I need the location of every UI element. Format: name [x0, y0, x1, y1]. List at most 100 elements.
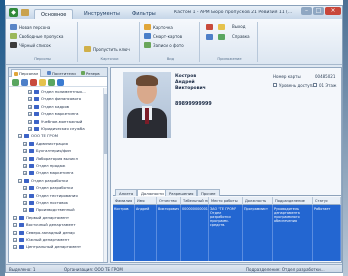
expand-icon[interactable]: +: [23, 141, 27, 146]
tab-other[interactable]: Прочее: [197, 189, 220, 196]
expand-icon[interactable]: −: [13, 223, 17, 228]
tree-node[interactable]: + Отдел тестирования: [23, 193, 78, 199]
tree-node[interactable]: + Отдел кадров: [28, 104, 69, 110]
column-header[interactable]: Подразделение: [273, 197, 313, 205]
tree-node[interactable]: − Южный департамент: [13, 237, 69, 243]
floor-checkbox[interactable]: [313, 83, 317, 87]
reserve-icon: [81, 71, 85, 75]
expand-icon[interactable]: +: [28, 104, 32, 109]
tree-scroll-thumb[interactable]: [104, 94, 107, 154]
close-button[interactable]: ×: [325, 7, 341, 15]
tree-node[interactable]: + Отдел финансового: [28, 96, 81, 102]
table-cell: ЗАО "ТЕ ГРОМ" Отдел разработки программ.…: [209, 205, 243, 261]
column-header[interactable]: Фамилия: [113, 197, 135, 205]
tab-reserve[interactable]: Резерв: [79, 69, 102, 77]
expand-icon[interactable]: −: [13, 230, 17, 235]
tab-profile[interactable]: Анкета: [115, 189, 138, 196]
expand-icon[interactable]: −: [13, 245, 17, 250]
tree-node-label: Восточный департамент: [26, 222, 76, 228]
tab-permissions[interactable]: Разрешения: [165, 189, 198, 196]
tree-node-label: Отдел поставок: [36, 200, 69, 205]
column-header[interactable]: Табельный номер: [181, 197, 209, 205]
photo-records-button[interactable]: Записи о фото: [144, 42, 184, 48]
edit-icon[interactable]: [21, 79, 28, 86]
expand-icon[interactable]: +: [23, 171, 27, 176]
tree-node[interactable]: + Отдел продаж: [23, 163, 65, 169]
maximize-button[interactable]: □: [313, 7, 324, 15]
tree-node-label: Отдел финансового: [41, 96, 82, 102]
tree-node[interactable]: − ООО ТЕ ГРОМ: [18, 133, 58, 139]
tree-node[interactable]: + Отдел маркетинга: [23, 170, 74, 176]
ribbon-group-app: Выход Справка Приложение: [202, 22, 258, 62]
expand-icon[interactable]: +: [23, 156, 27, 161]
smart-card-button[interactable]: Смарт-картов: [144, 33, 182, 39]
column-header[interactable]: Место работы: [209, 197, 243, 205]
tab-visitors[interactable]: Посетители: [45, 69, 78, 77]
tab-personnel[interactable]: Персонал: [11, 69, 42, 77]
expand-icon[interactable]: +: [23, 193, 27, 198]
expand-icon[interactable]: +: [28, 90, 32, 94]
expand-icon[interactable]: +: [23, 186, 27, 191]
help-button[interactable]: Справка: [232, 34, 250, 39]
tool-red-button[interactable]: [206, 24, 213, 30]
minimize-button[interactable]: –: [301, 7, 312, 15]
tree-scrollbar[interactable]: [103, 88, 107, 262]
tree-node[interactable]: − Восточный департамент: [13, 222, 76, 228]
tree-node[interactable]: − Отдел разработки: [18, 178, 68, 184]
tab-filters[interactable]: Фильтры: [126, 9, 162, 19]
expand-icon[interactable]: +: [28, 119, 32, 124]
table-cell: Викторович: [157, 205, 181, 261]
expand-icon[interactable]: +: [23, 201, 27, 205]
tree-node[interactable]: + Администрация: [23, 141, 68, 147]
tab-positions[interactable]: Должности: [137, 189, 168, 196]
expand-icon[interactable]: +: [23, 208, 27, 213]
tree-node[interactable]: − Первый департамент: [13, 215, 69, 221]
tab-tools[interactable]: Инструменты: [78, 9, 126, 19]
expand-icon[interactable]: +: [23, 164, 27, 168]
tab-main[interactable]: Основное: [34, 9, 74, 19]
expand-icon[interactable]: −: [13, 215, 17, 220]
card-button[interactable]: Карточка: [144, 24, 173, 30]
new-person-button[interactable]: Новая персона: [10, 24, 50, 30]
tree-node[interactable]: + Отдел разработки: [23, 185, 73, 191]
expand-icon[interactable]: +: [23, 149, 27, 154]
tree-node[interactable]: + Отдел полиментных...: [28, 89, 86, 95]
blacklist-button[interactable]: Чёрный список: [10, 42, 51, 48]
tree-node[interactable]: + Производственный: [23, 207, 75, 213]
skip-key-button[interactable]: Пропустить ключ: [84, 46, 130, 52]
tree-node[interactable]: + Отдел маркетинга: [28, 111, 79, 117]
tree-node[interactable]: + Отдел поставок: [23, 200, 68, 206]
tool-green-button[interactable]: [218, 34, 225, 40]
expand-icon[interactable]: +: [28, 112, 32, 117]
tree-node[interactable]: − Северо-западный депар: [13, 230, 75, 236]
delete-icon[interactable]: [30, 79, 37, 86]
table-row[interactable]: Костров Андрей Викторович 000000000001 ЗАО "…: [113, 205, 341, 261]
expand-icon[interactable]: −: [13, 238, 17, 242]
tree-node-label: Центральный департамент: [26, 244, 82, 250]
free-passes-button[interactable]: Свободные пропуска: [10, 33, 63, 39]
tree-node[interactable]: − Центральный департамент: [13, 244, 81, 250]
expand-icon[interactable]: +: [28, 97, 32, 102]
quick-access-icon[interactable]: [21, 9, 29, 16]
tree-node[interactable]: + Бухгалтерия/фин: [23, 148, 71, 154]
tree-node[interactable]: + Лаборатория вычисл: [23, 156, 78, 162]
column-header[interactable]: Должность: [243, 197, 273, 205]
refresh-icon[interactable]: [48, 79, 55, 86]
tool-yellow-button[interactable]: [218, 24, 225, 30]
column-header[interactable]: Имя: [135, 197, 157, 205]
add-icon[interactable]: [12, 79, 19, 86]
expand-icon[interactable]: −: [18, 178, 22, 183]
search-icon[interactable]: [39, 79, 46, 86]
filter-icon[interactable]: [57, 79, 64, 86]
tree-node[interactable]: + Юридическая служба: [28, 126, 85, 132]
column-header[interactable]: Отчество: [157, 197, 181, 205]
expand-icon[interactable]: +: [28, 127, 32, 131]
exit-button[interactable]: Выход: [232, 24, 245, 29]
column-header[interactable]: Статус: [313, 197, 341, 205]
tool-blue-button[interactable]: [206, 34, 213, 40]
app-logo-icon[interactable]: ◆: [9, 8, 18, 17]
access-checkbox[interactable]: [273, 83, 277, 87]
tree-node[interactable]: + Учебное-монтажный: [28, 119, 82, 125]
expand-icon[interactable]: −: [18, 134, 22, 139]
table-cell: Руководитель департамента программного о…: [273, 205, 313, 261]
